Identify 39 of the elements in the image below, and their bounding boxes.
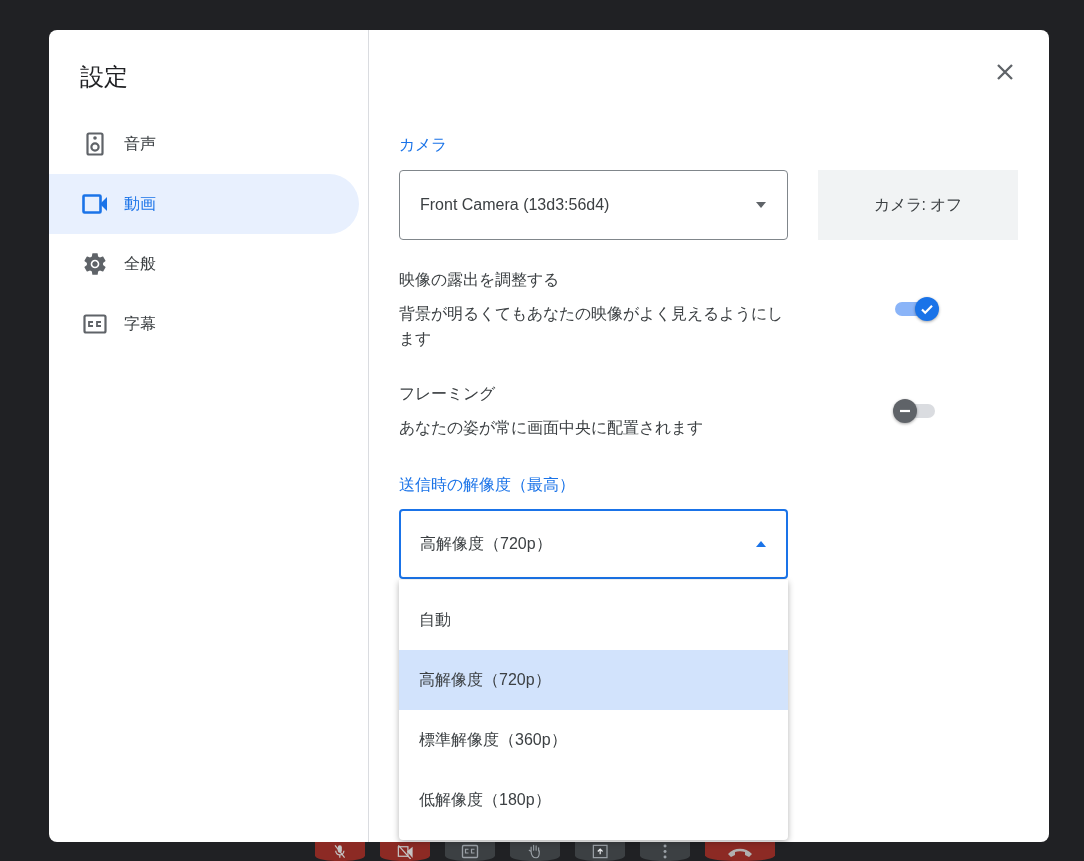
- present-button[interactable]: [575, 842, 625, 861]
- setting-description: あなたの姿が常に画面中央に配置されます: [399, 418, 704, 438]
- gear-icon: [82, 251, 108, 277]
- camera-off-button[interactable]: カメラ: オフ: [818, 170, 1018, 240]
- video-camera-icon: [82, 194, 108, 214]
- section-heading: カメラ: [399, 135, 447, 155]
- camera-select[interactable]: Front Camera (13d3:56d4): [399, 170, 788, 240]
- dropdown-arrow-icon: [755, 541, 767, 547]
- hand-icon: [528, 844, 542, 859]
- dropdown-arrow-icon: [755, 202, 767, 208]
- dropdown-option[interactable]: 標準解像度（360p）: [399, 710, 788, 770]
- sidebar-item[interactable]: 音声: [49, 114, 359, 174]
- section-heading: 送信時の解像度（最高）: [399, 475, 575, 495]
- captions-icon: [461, 844, 479, 859]
- present-icon: [591, 844, 609, 859]
- resolution-select[interactable]: 高解像度（720p）: [399, 509, 788, 579]
- speaker-icon: [86, 132, 104, 156]
- setting-description: 背景が明るくてもあなたの映像がよく見えるようにします: [399, 304, 784, 349]
- dropdown-option[interactable]: 低解像度（180p）: [399, 770, 788, 830]
- dropdown-option[interactable]: 高解像度（720p）: [399, 650, 788, 710]
- more-icon: [662, 844, 668, 859]
- mic-off-button[interactable]: [315, 842, 365, 861]
- camera-off-button[interactable]: [380, 842, 430, 861]
- sidebar-item[interactable]: 全般: [49, 234, 359, 294]
- end-call-button[interactable]: [705, 842, 775, 861]
- hand-button[interactable]: [510, 842, 560, 861]
- camera-off-icon: [396, 844, 414, 859]
- dialog-title: 設定: [80, 62, 128, 92]
- sidebar-item[interactable]: 動画: [49, 174, 359, 234]
- check-icon: [920, 302, 934, 316]
- dropdown-option[interactable]: 自動: [399, 590, 788, 650]
- more-button[interactable]: [640, 842, 690, 861]
- captions-button[interactable]: [445, 842, 495, 861]
- sidebar-item[interactable]: 字幕: [49, 294, 359, 354]
- setting-title: 映像の露出を調整する: [399, 270, 560, 290]
- mic-off-icon: [333, 844, 347, 859]
- toggle-switch[interactable]: [893, 297, 939, 321]
- captions-icon: [83, 314, 107, 334]
- setting-title: フレーミング: [399, 384, 496, 404]
